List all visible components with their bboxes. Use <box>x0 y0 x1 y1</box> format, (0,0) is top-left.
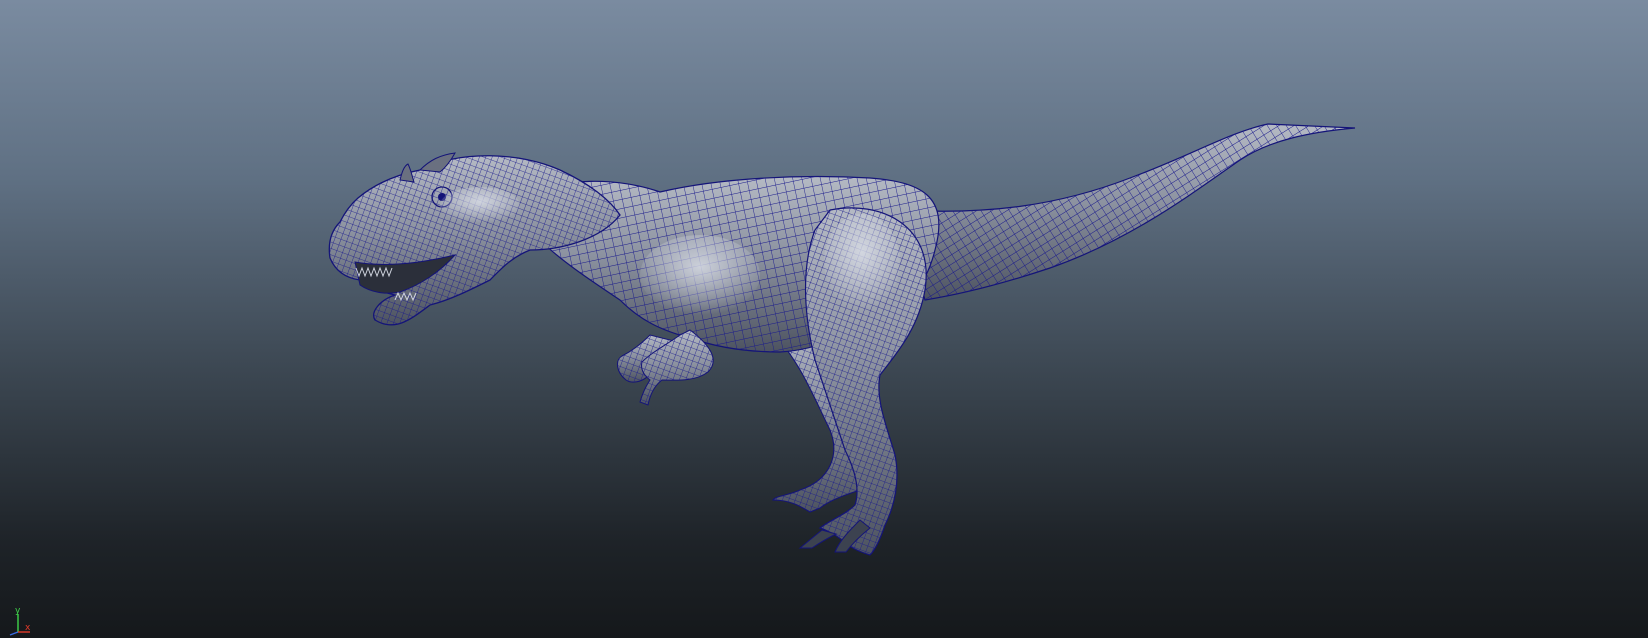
dinosaur-mesh-model[interactable] <box>0 0 1648 638</box>
head-mesh <box>328 152 621 326</box>
axis-gizmo: y x <box>9 606 31 636</box>
tail-mesh <box>899 123 1356 301</box>
x-axis-label: x <box>25 623 31 633</box>
3d-viewport[interactable]: y x <box>0 0 1648 638</box>
y-axis-label: y <box>15 606 21 616</box>
z-axis-icon <box>9 631 19 636</box>
